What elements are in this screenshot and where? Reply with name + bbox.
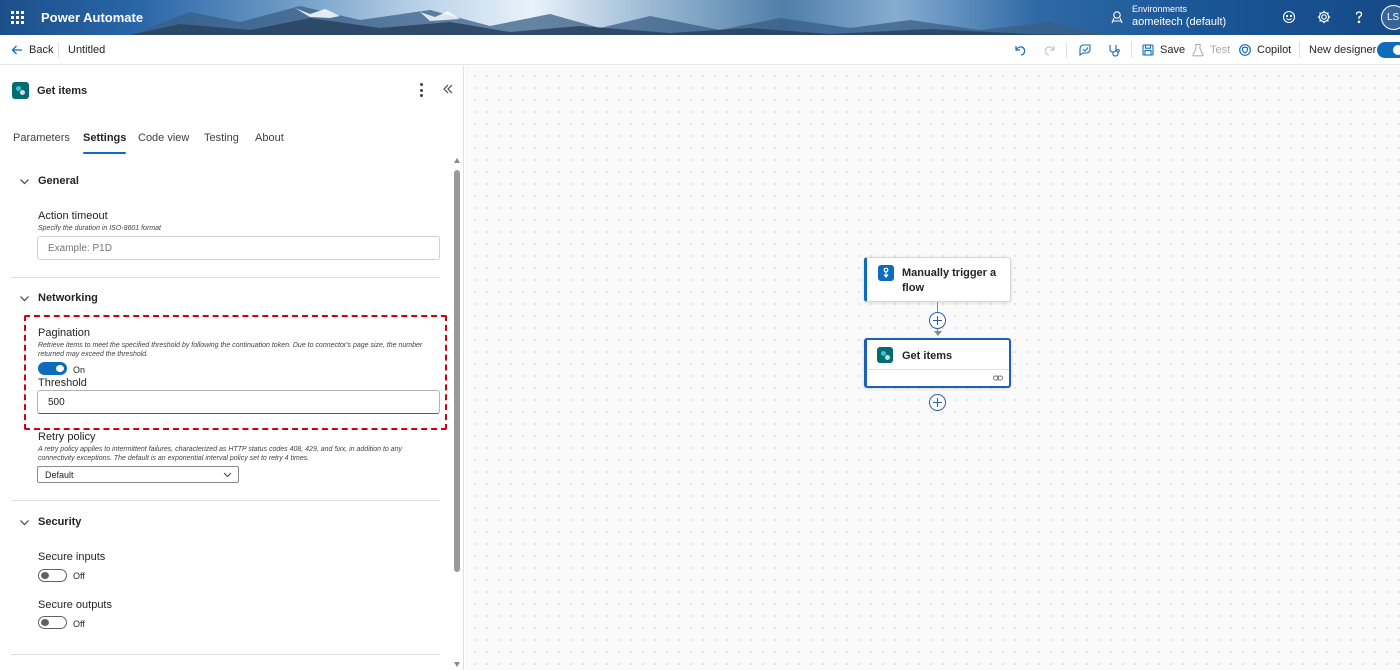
redo-icon — [1044, 46, 1055, 56]
flow-checker-icon — [1079, 44, 1091, 57]
arrow-left-icon — [11, 45, 22, 55]
avatar[interactable]: LS — [1381, 5, 1400, 30]
flask-icon — [1192, 43, 1204, 57]
action-timeout-description: Specify the duration in ISO-8601 format — [38, 225, 161, 232]
smiley-feedback-icon[interactable] — [1281, 9, 1297, 25]
app-header: Power Automate Environments aomeitech (d… — [0, 0, 1400, 35]
section-divider — [11, 500, 440, 501]
panel-scrollbar[interactable] — [453, 158, 461, 670]
undo-button[interactable] — [1013, 35, 1027, 65]
secure-inputs-toggle[interactable] — [38, 569, 67, 582]
action-timeout-input[interactable] — [37, 236, 440, 260]
tab-code-view[interactable]: Code view — [138, 132, 189, 156]
trigger-card-title: Manually trigger a flow — [902, 267, 997, 294]
secure-outputs-state: Off — [73, 619, 85, 629]
copilot-label: Copilot — [1257, 44, 1292, 56]
back-label: Back — [29, 44, 54, 56]
panel-header: Get items — [12, 82, 87, 99]
secure-outputs-toggle[interactable] — [38, 616, 67, 629]
card-footer-divider — [867, 369, 1009, 370]
new-designer-label: New designer — [1309, 44, 1377, 56]
section-networking-title: Networking — [38, 292, 98, 304]
save-label: Save — [1160, 44, 1186, 56]
chevron-down-icon — [20, 519, 29, 525]
section-security-header[interactable]: Security — [19, 516, 81, 528]
flow-checker-button[interactable] — [1078, 35, 1092, 65]
retry-policy-value: Default — [45, 470, 74, 480]
save-button[interactable]: Save — [1141, 35, 1185, 65]
tab-settings[interactable]: Settings — [83, 132, 127, 156]
section-security-title: Security — [38, 516, 82, 528]
copilot-button[interactable]: Copilot — [1238, 35, 1291, 65]
scroll-up-icon[interactable] — [454, 158, 460, 163]
secure-outputs-label: Secure outputs — [38, 599, 112, 611]
section-divider — [11, 277, 440, 278]
header-mountain-banner — [130, 6, 1110, 35]
stethoscope-icon — [1109, 45, 1120, 57]
help-icon[interactable] — [1351, 9, 1367, 25]
section-networking-header[interactable]: Networking — [19, 292, 98, 304]
manual-trigger-icon — [878, 265, 894, 281]
environment-label: Environments — [1132, 4, 1188, 14]
tab-about[interactable]: About — [255, 132, 284, 156]
more-options-icon[interactable] — [417, 83, 425, 97]
divider — [58, 42, 59, 58]
divider — [1066, 42, 1067, 58]
test-label: Test — [1210, 44, 1231, 56]
chevron-down-icon — [223, 472, 232, 478]
panel-title[interactable]: Get items — [37, 85, 87, 97]
section-divider — [11, 654, 440, 655]
retry-policy-description: A retry policy applies to intermittent f… — [38, 446, 403, 462]
diagnostics-button[interactable] — [1107, 35, 1121, 65]
section-general-title: General — [38, 175, 79, 187]
link-icon — [993, 375, 1003, 381]
get-items-card-title: Get items — [902, 350, 953, 362]
secure-inputs-state: Off — [73, 571, 85, 581]
secure-inputs-label: Secure inputs — [38, 551, 106, 563]
flow-name[interactable]: Untitled — [68, 35, 105, 65]
divider — [1299, 42, 1300, 58]
command-bar: Back Untitled Save Test Copilot New desi… — [0, 35, 1400, 65]
sharepoint-icon — [877, 347, 893, 363]
undo-icon — [1015, 46, 1026, 56]
app-title[interactable]: Power Automate — [41, 10, 143, 25]
tab-parameters[interactable]: Parameters — [13, 132, 70, 156]
test-button[interactable]: Test — [1191, 35, 1230, 65]
environment-picker[interactable]: Environments aomeitech (default) — [1110, 4, 1226, 29]
add-step-plus-icon[interactable] — [929, 312, 946, 329]
app-launcher-icon[interactable] — [11, 11, 24, 24]
new-designer-toggle[interactable] — [1377, 42, 1400, 58]
connector-arrow-icon — [934, 331, 942, 336]
chevron-down-icon — [20, 178, 29, 184]
redo-button[interactable] — [1043, 35, 1057, 65]
gear-icon[interactable] — [1316, 9, 1332, 25]
trigger-card[interactable]: Manually trigger a flow — [864, 257, 1011, 302]
section-general-header[interactable]: General — [19, 175, 79, 187]
designer-canvas[interactable]: Manually trigger a flow Get items — [465, 66, 1400, 670]
add-step-plus-icon[interactable] — [929, 394, 946, 411]
back-button[interactable]: Back — [10, 35, 53, 65]
retry-policy-label: Retry policy — [38, 431, 96, 443]
copilot-icon — [1239, 44, 1251, 56]
get-items-card[interactable]: Get items — [864, 338, 1011, 388]
retry-policy-select[interactable]: Default — [37, 466, 239, 483]
tab-testing[interactable]: Testing — [204, 132, 239, 156]
pagination-highlight-box — [24, 315, 447, 430]
sharepoint-icon — [12, 82, 29, 99]
collapse-panel-icon[interactable] — [441, 82, 455, 96]
divider — [1131, 42, 1132, 58]
scroll-down-icon[interactable] — [454, 662, 460, 667]
save-icon — [1142, 44, 1154, 56]
action-settings-panel: Get items Parameters Settings Code view … — [0, 66, 464, 670]
chevron-down-icon — [20, 295, 29, 301]
action-timeout-label: Action timeout — [38, 210, 108, 222]
scroll-thumb[interactable] — [454, 170, 460, 572]
environment-icon — [1111, 10, 1123, 23]
environment-name: aomeitech (default) — [1132, 16, 1227, 28]
